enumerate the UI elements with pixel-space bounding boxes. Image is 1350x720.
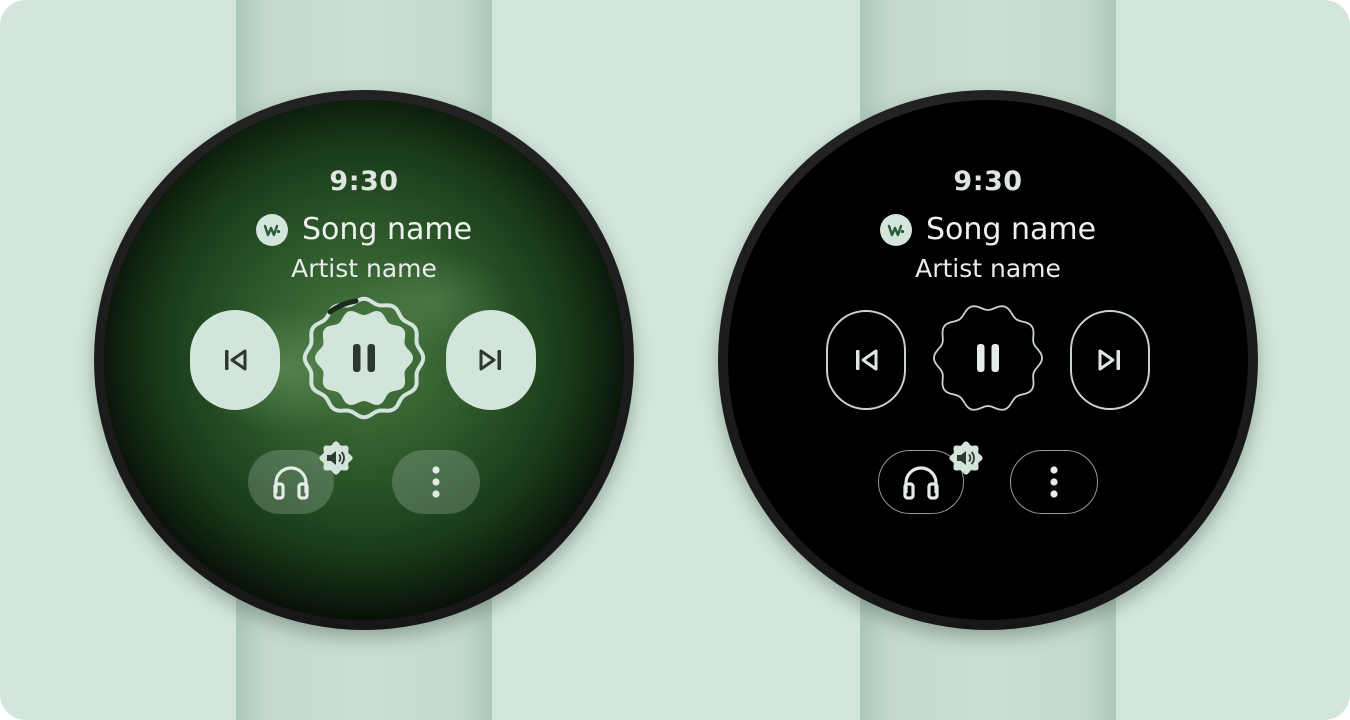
more-options-button[interactable] [392, 450, 480, 514]
play-pause-button[interactable] [302, 296, 426, 420]
more-vert-icon [1050, 466, 1058, 498]
pause-icon [977, 344, 999, 372]
artist-name: Artist name [915, 254, 1061, 283]
track-title-row: Song name [104, 212, 624, 247]
song-name: Song name [925, 212, 1097, 247]
skip-previous-icon [856, 349, 878, 371]
artist-name: Artist name [291, 254, 437, 283]
clock-time: 9:30 [329, 166, 399, 197]
pause-icon [353, 344, 375, 372]
canvas-background: 9:30 Song name Artist name 9:30 Song nam… [0, 0, 1350, 720]
app-logo-icon[interactable] [255, 213, 288, 246]
next-track-button[interactable] [446, 310, 536, 410]
play-pause-button[interactable] [926, 296, 1050, 420]
headphones-icon [273, 466, 309, 500]
song-name: Song name [301, 212, 473, 247]
watch-screen: 9:30 Song name Artist name [104, 100, 624, 620]
more-vert-icon [432, 466, 440, 498]
watch-case: 9:30 Song name Artist name [94, 90, 634, 630]
more-options-button[interactable] [1010, 450, 1098, 514]
skip-previous-icon [225, 349, 247, 371]
volume-icon [319, 441, 353, 475]
previous-track-button[interactable] [190, 310, 280, 410]
volume-icon [949, 441, 983, 475]
headphones-icon [903, 466, 939, 500]
clock-time: 9:30 [953, 166, 1023, 197]
watch-case: 9:30 Song name Artist name [718, 90, 1258, 630]
skip-next-icon [1098, 349, 1120, 371]
media-player: 9:30 Song name Artist name [104, 100, 624, 620]
skip-next-icon [479, 349, 501, 371]
watch-screen: 9:30 Song name Artist name [728, 100, 1248, 620]
app-logo-icon[interactable] [879, 213, 912, 246]
media-player: 9:30 Song name Artist name [728, 100, 1248, 620]
volume-badge[interactable] [318, 440, 354, 476]
previous-track-button[interactable] [826, 310, 906, 410]
track-title-row: Song name [728, 212, 1248, 247]
next-track-button[interactable] [1070, 310, 1150, 410]
volume-badge[interactable] [948, 440, 984, 476]
